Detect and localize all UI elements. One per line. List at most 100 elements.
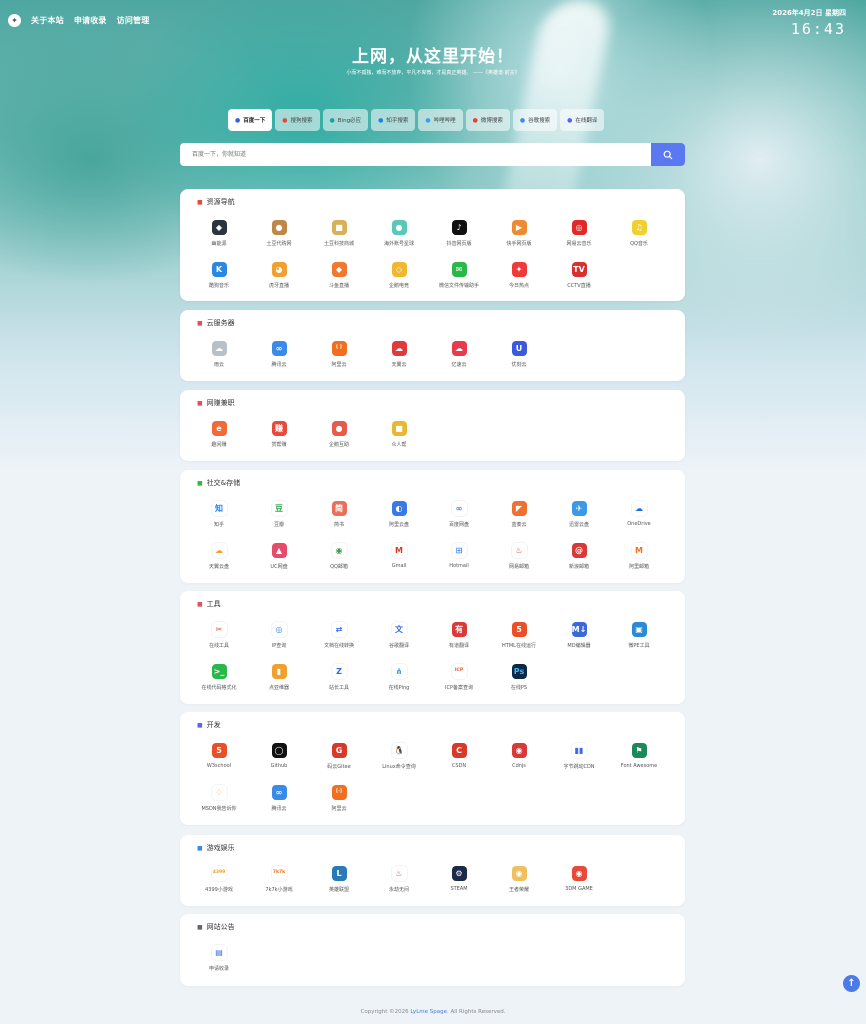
- wrench-icon: ✂: [211, 622, 227, 637]
- link-item[interactable]: TV CCTV直播: [539, 262, 619, 289]
- link-item-label: 众人帮: [391, 442, 407, 448]
- fire-icon: ■: [197, 198, 203, 206]
- engine-tab[interactable]: ● 微博搜索: [465, 109, 510, 131]
- nav-about[interactable]: 关于本站: [31, 15, 64, 26]
- lanzou-icon: ◤: [511, 501, 527, 516]
- hero-title: 上网，从这里开始！: [352, 47, 514, 67]
- search-button[interactable]: [651, 143, 685, 166]
- douyin-icon: ♪: [451, 220, 467, 235]
- link-item-label: Font Awesome: [620, 763, 658, 769]
- search-input[interactable]: [180, 143, 651, 166]
- kugou-icon: K: [211, 262, 227, 277]
- shop-icon: ■: [331, 220, 347, 235]
- html5-icon: 5: [511, 622, 527, 637]
- bilibili-icon: ●: [425, 116, 431, 124]
- link-item[interactable]: U 优刻云: [479, 341, 559, 368]
- link-item-label: OneDrive: [627, 521, 651, 527]
- doc-convert-icon: ⇄: [331, 622, 347, 637]
- hero-subtitle: 小而不孤独，难而不放弃，平凡不卑微，才是真正英雄。 ——《英雄谱·前言》: [346, 70, 520, 76]
- hotmail-icon: ⊞: [451, 543, 467, 558]
- social-icon: ■: [197, 479, 203, 487]
- game-icon: ■: [197, 844, 203, 852]
- engine-tab[interactable]: ● 搜狗搜索: [275, 109, 320, 131]
- engine-tab[interactable]: ● 谷歌搜索: [512, 109, 558, 131]
- wechat-icon: ✉: [451, 262, 467, 277]
- link-item-label: CCTV直播: [567, 283, 591, 289]
- cdnjs-icon: ◉: [511, 743, 527, 758]
- steam-icon: ⚙: [451, 866, 467, 881]
- quxianzhuan-icon: e: [211, 421, 227, 436]
- engine-tab[interactable]: ● 知乎搜索: [371, 109, 416, 131]
- link-item[interactable]: ◉ 3DM GAME: [539, 866, 619, 892]
- 7k7k-icon: 7k7k: [271, 866, 287, 881]
- onedrive-icon: ☁: [631, 501, 647, 516]
- link-item[interactable]: ⚑ Font Awesome: [599, 743, 679, 769]
- google-translate-icon: 文: [391, 622, 407, 637]
- section-title-label: 开发: [206, 721, 221, 729]
- engine-tab[interactable]: ● Bing必应: [322, 109, 369, 131]
- planet-icon: ●: [391, 220, 407, 235]
- qqmail-icon: ◉: [331, 543, 347, 558]
- top-nav: ✦ 关于本站 申请收录 访问管理: [8, 14, 149, 27]
- link-item[interactable]: ▤ 申请收录: [179, 945, 259, 972]
- link-item-label: 3DM GAME: [565, 886, 593, 892]
- section-title-label: 游戏娱乐: [206, 844, 235, 852]
- link-item[interactable]: Ps 在线PS: [479, 664, 559, 691]
- section-card: ■ 游戏娱乐 4399 4399小游戏 7k7k 7k7k小游戏 L 英雄联盟 ♨ 永劫无间 ⚙ ST…: [180, 835, 685, 906]
- link-item-label: 阿里邮箱: [628, 564, 649, 570]
- webmaster-icon: Z: [331, 664, 347, 679]
- tencent-cloud-icon: ∞: [271, 785, 287, 800]
- hot-icon: ✦: [511, 262, 527, 277]
- engine-tab[interactable]: ● 哔哩哔哩: [418, 109, 463, 131]
- huya-icon: ◕: [271, 262, 287, 277]
- egame-icon: ◇: [391, 262, 407, 277]
- arrow-up-icon: ↑: [847, 978, 856, 989]
- link-item[interactable]: ■ 众人帮: [359, 421, 439, 448]
- ping-icon: ⋔: [391, 664, 407, 679]
- link-item[interactable]: ▣ 微PE工具: [599, 622, 679, 649]
- engine-tab-label: 在线翻译: [575, 118, 598, 124]
- compass-icon[interactable]: ✦: [8, 14, 21, 27]
- section-title: ■ 资源导航: [197, 197, 235, 207]
- server-icon: ■: [197, 319, 203, 327]
- link-item[interactable]: M 阿里邮箱: [599, 543, 679, 570]
- google-icon: ●: [519, 116, 526, 124]
- nav-apply[interactable]: 申请收录: [74, 15, 107, 26]
- section-card: ■ 工具 ✂ 在线工具 ◎ IP查询 ⇄ 文档在线转换文谷歌翻译有有道翻译 5 HTML在线运行 M…: [180, 591, 685, 704]
- current-date: 2026年4月2日 星期四: [772, 9, 846, 17]
- weibo-icon: ●: [472, 116, 478, 124]
- tencent-cloud-icon: ∞: [271, 341, 287, 356]
- youdao-icon: 有: [451, 622, 467, 637]
- nav-admin[interactable]: 访问管理: [117, 15, 150, 26]
- zhihu-icon: ●: [378, 116, 384, 124]
- link-item[interactable]: [-] 阿里云: [299, 785, 379, 812]
- footer-prefix: Copyright ©2026: [360, 1009, 411, 1015]
- engine-tab-label: 谷歌搜索: [528, 118, 551, 124]
- engine-tab-label: 搜狗搜索: [290, 118, 313, 124]
- linux-icon: 🐧: [391, 743, 407, 758]
- icp-icon: ICP: [451, 664, 467, 679]
- engine-tab-label: 哔哩哔哩: [433, 118, 456, 124]
- bing-icon: ●: [329, 116, 335, 124]
- engine-tab[interactable]: ● 百度一下: [228, 109, 273, 131]
- alimail-icon: M: [631, 543, 647, 558]
- douban-icon: 豆: [271, 501, 287, 516]
- engine-tab[interactable]: ● 在线翻译: [560, 109, 605, 131]
- csdn-icon: C: [451, 743, 467, 758]
- github-icon: ◯: [271, 743, 287, 758]
- current-time: 16:43: [790, 20, 846, 38]
- back-to-top-button[interactable]: ↑: [843, 975, 860, 992]
- section-title-label: 云服务器: [206, 319, 235, 327]
- section-title: ■ 云服务器: [197, 318, 235, 328]
- apply-icon: ▤: [211, 945, 227, 960]
- section-title: ■ 游戏娱乐: [197, 843, 235, 853]
- netease-music-icon: ◎: [571, 220, 587, 235]
- dev-icon: ■: [197, 721, 203, 729]
- engine-tab-label: 微博搜索: [480, 118, 503, 124]
- sogou-icon: ●: [282, 116, 288, 124]
- footer-link[interactable]: LyLme Spage: [410, 1009, 447, 1015]
- flag-icon: ⚑: [631, 743, 647, 758]
- link-item[interactable]: ♫ QQ音乐: [599, 220, 679, 247]
- link-item[interactable]: ☁ OneDrive: [599, 501, 679, 527]
- 4399-icon: 4399: [211, 866, 227, 881]
